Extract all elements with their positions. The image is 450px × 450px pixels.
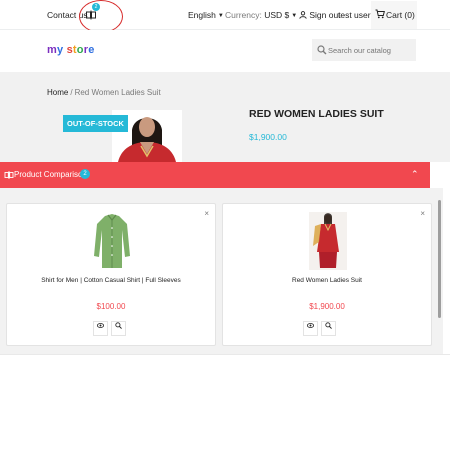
product-price: $1,900.00 — [249, 132, 287, 142]
search-input[interactable] — [328, 39, 414, 61]
annotation-circle — [79, 0, 123, 33]
breadcrumb-current: Red Women Ladies Suit — [74, 88, 161, 97]
store-logo[interactable]: my store — [47, 44, 95, 56]
out-of-stock-flag: OUT-OF-STOCK — [63, 115, 128, 132]
product-page: Home / Red Women Ladies Suit OUT-OF-STOCK … — [0, 72, 450, 162]
search-box[interactable] — [312, 39, 416, 61]
breadcrumb-home[interactable]: Home — [47, 88, 68, 97]
comparison-bar[interactable]: Product Comparison 2 ⌃ — [0, 162, 430, 188]
sign-out-link[interactable]: Sign out — [299, 10, 341, 20]
eye-icon — [306, 323, 315, 328]
breadcrumb: Home / Red Women Ladies Suit — [47, 88, 161, 97]
remove-item-icon[interactable]: × — [420, 209, 425, 218]
cart-icon — [375, 9, 385, 19]
sign-out-label: Sign out — [309, 10, 341, 20]
comparison-product-name[interactable]: Red Women Ladies Suit — [223, 277, 431, 284]
zoom-icon[interactable] — [321, 321, 336, 336]
search-icon[interactable] — [317, 45, 327, 55]
zoom-icon[interactable] — [111, 321, 126, 336]
language-value: English — [188, 10, 216, 20]
currency-label: Currency: — [225, 10, 262, 20]
magnifier-icon — [115, 322, 122, 329]
comparison-title: Product Comparison — [14, 170, 87, 179]
comparison-product-price: $1,900.00 — [309, 302, 345, 311]
account-link[interactable]: test user — [338, 10, 371, 20]
comparison-product-name[interactable]: Shirt for Men | Cotton Casual Shirt | Fu… — [7, 277, 215, 284]
currency-selector[interactable]: Currency: USD $ ▼ — [225, 10, 297, 20]
language-selector[interactable]: English ▼ — [188, 10, 224, 20]
user-icon — [299, 11, 307, 19]
comparison-panel: × Shirt for Men | Cotton Casual Shirt | … — [0, 188, 443, 354]
product-thumbnail[interactable] — [309, 212, 347, 270]
remove-item-icon[interactable]: × — [204, 209, 209, 218]
product-thumbnail[interactable] — [93, 212, 131, 270]
caret-down-icon: ▼ — [217, 13, 224, 19]
product-title: RED WOMEN LADIES SUIT — [249, 108, 384, 120]
eye-icon — [96, 323, 105, 328]
divider — [0, 354, 450, 355]
scrollbar[interactable] — [438, 200, 441, 318]
quick-view-icon[interactable] — [303, 321, 318, 336]
compare-icon — [4, 171, 14, 179]
breadcrumb-separator: / — [70, 88, 73, 97]
currency-value: USD $ — [264, 10, 290, 20]
caret-down-icon: ▼ — [291, 13, 298, 19]
cart-button[interactable]: Cart (0) — [371, 1, 417, 29]
quick-view-icon[interactable] — [93, 321, 108, 336]
comparison-product-price: $100.00 — [96, 302, 126, 311]
comparison-count-badge: 2 — [80, 169, 90, 179]
cart-label: Cart (0) — [386, 10, 415, 20]
site-header: my store — [0, 30, 450, 72]
top-nav: Contact us 2 English ▼ Currency: USD $ ▼ S… — [0, 0, 450, 33]
chevron-up-icon[interactable]: ⌃ — [411, 169, 419, 180]
magnifier-icon — [325, 322, 332, 329]
comparison-card: × Shirt for Men | Cotton Casual Shirt | … — [6, 203, 216, 346]
comparison-card: × Red Women Ladies Suit $1,900.00 — [222, 203, 432, 346]
